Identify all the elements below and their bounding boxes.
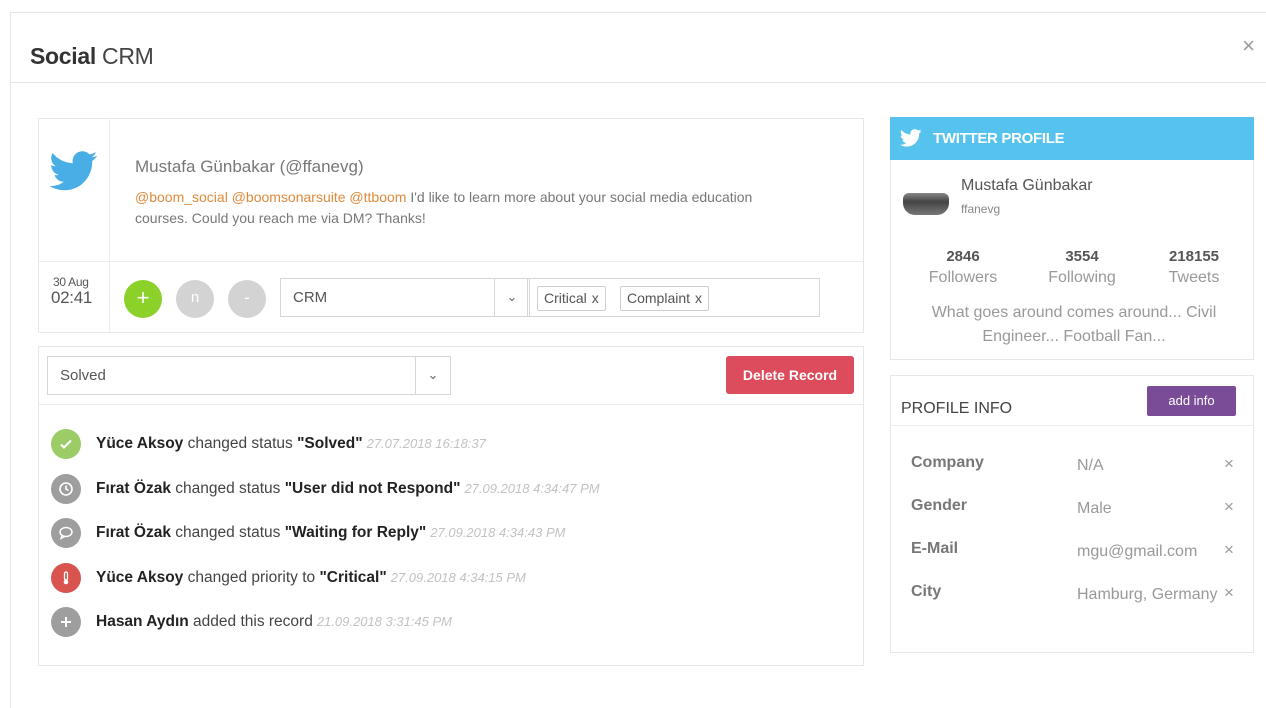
stat-tweets: 218155 Tweets <box>1144 248 1244 287</box>
modal-title-bold: Social <box>30 43 96 69</box>
history-date: 27.07.2018 16:18:37 <box>366 436 486 451</box>
tag-remove-icon[interactable]: x <box>592 290 599 306</box>
remove-icon[interactable]: × <box>1224 497 1234 517</box>
history-date: 27.09.2018 4:34:15 PM <box>390 569 526 585</box>
stat-number: 218155 <box>1168 248 1220 265</box>
history-user: Fırat Özak <box>96 479 171 497</box>
history-text: Yüce Aksoy changed status "Solved" 27.07.… <box>96 435 486 453</box>
remove-icon[interactable]: × <box>1224 540 1234 560</box>
tweet-actions-bar: 30 Aug 02:41 + n - CRM ⌄ Critical x Compl… <box>39 261 863 333</box>
tag-remove-icon[interactable]: x <box>695 290 702 306</box>
tag-chip: Complaint x <box>620 286 710 311</box>
category-select-value: CRM <box>293 289 328 306</box>
history-action: changed status <box>170 479 285 497</box>
tag-label: Complaint <box>627 290 691 306</box>
tweet-text: @boom_social @boomsonarsuite @ttboom I'd… <box>135 187 805 229</box>
social-crm-modal: Social CRM × Mustafa Günbakar (@ffanevg)… <box>10 12 1266 708</box>
history-value: "Waiting for Reply" <box>284 524 427 541</box>
plus-icon <box>51 607 81 637</box>
profile-info-card: PROFILE INFO add info Company N/A × Gender M… <box>890 375 1254 653</box>
priority-minus-button[interactable]: - <box>228 280 266 318</box>
tweet-card: Mustafa Günbakar (@ffanevg) @boom_social… <box>38 118 864 333</box>
status-select[interactable]: Solved ⌄ <box>47 356 451 395</box>
info-key: Company <box>911 454 984 471</box>
tweet-mentions[interactable]: @boom_social @boomsonarsuite @ttboom <box>135 189 406 205</box>
twitter-profile-title: TWITTER PROFILE <box>933 130 1065 147</box>
history-user: Hasan Aydın <box>96 613 189 630</box>
chevron-down-icon[interactable]: ⌄ <box>494 279 529 316</box>
tweet-source-column <box>39 119 110 261</box>
chat-icon <box>51 518 81 548</box>
stat-label: Following <box>1048 269 1116 286</box>
history-date: 21.09.2018 3:31:45 PM <box>316 614 452 629</box>
divider <box>891 425 1253 426</box>
info-value: Hamburg, Germany <box>1077 586 1218 603</box>
stat-label: Followers <box>928 269 998 286</box>
tweet-date-day: 30 Aug <box>53 275 89 289</box>
clock-icon <box>51 473 81 504</box>
category-select[interactable]: CRM ⌄ <box>280 278 530 317</box>
history-action: changed status <box>170 524 285 541</box>
modal-title-rest: CRM <box>95 43 154 69</box>
history-value: "Solved" <box>297 435 363 452</box>
twitter-profile-card: TWITTER PROFILE Mustafa Günbakar ffanevg… <box>890 117 1254 360</box>
stat-followers: 2846 Followers <box>913 248 1013 287</box>
twitter-bird-icon <box>900 129 922 147</box>
history-value: "Critical" <box>319 568 387 586</box>
tag-chip: Critical x <box>537 286 606 311</box>
add-info-button[interactable]: add info <box>1147 386 1236 416</box>
avatar <box>903 193 949 215</box>
history-text: Fırat Özak changed status "Waiting for R… <box>96 524 565 542</box>
history-text: Yüce Aksoy changed priority to "Critical… <box>96 569 526 587</box>
info-key: E-Mail <box>911 540 959 557</box>
modal-title: Social CRM <box>30 43 154 70</box>
info-value: N/A <box>1077 457 1104 474</box>
divider <box>39 404 863 405</box>
history-action: added this record <box>188 613 313 630</box>
tweet-date: 30 Aug 02:41 <box>39 262 110 333</box>
priority-normal-button[interactable]: n <box>176 280 214 318</box>
tweet-author: Mustafa Günbakar (@ffanevg) <box>135 157 364 176</box>
profile-handle: ffanevg <box>961 202 1001 216</box>
profile-name: Mustafa Günbakar <box>961 177 1093 194</box>
remove-icon[interactable]: × <box>1224 583 1234 603</box>
twitter-profile-header: TWITTER PROFILE <box>890 117 1254 160</box>
stat-following: 3554 Following <box>1032 248 1132 287</box>
info-key: Gender <box>911 497 968 514</box>
close-icon[interactable]: × <box>1242 35 1255 57</box>
twitter-bird-icon <box>50 151 98 191</box>
modal-header: Social CRM × <box>11 13 1266 83</box>
delete-record-button[interactable]: Delete Record <box>726 356 854 394</box>
status-select-value: Solved <box>60 367 106 384</box>
tags-input[interactable]: Critical x Complaint x <box>527 278 820 317</box>
history-card: Solved ⌄ Delete Record Yüce Aksoy change… <box>38 346 864 666</box>
history-user: Yüce Aksoy <box>96 435 184 452</box>
history-text: Fırat Özak changed status "User did not … <box>96 480 600 498</box>
info-value: mgu@gmail.com <box>1077 543 1198 560</box>
history-value: "User did not Respond" <box>284 479 461 497</box>
history-user: Yüce Aksoy <box>96 568 184 586</box>
tag-label: Critical <box>544 290 587 306</box>
remove-icon[interactable]: × <box>1224 454 1234 474</box>
tweet-date-time: 02:41 <box>51 288 93 307</box>
history-action: changed status <box>183 435 298 452</box>
thermometer-icon <box>51 562 81 593</box>
history-date: 27.09.2018 4:34:47 PM <box>464 480 600 496</box>
stat-number: 3554 <box>1065 248 1099 265</box>
profile-bio: What goes around comes around... Civil E… <box>931 304 1217 345</box>
profile-info-title: PROFILE INFO <box>901 400 1013 417</box>
history-text: Hasan Aydın added this record 21.09.2018 … <box>96 613 452 631</box>
history-user: Fırat Özak <box>96 524 171 541</box>
stat-number: 2846 <box>946 248 980 265</box>
history-date: 27.09.2018 4:34:43 PM <box>430 525 566 540</box>
stat-label: Tweets <box>1168 269 1220 286</box>
info-key: City <box>911 583 942 600</box>
check-icon <box>51 429 81 459</box>
chevron-down-icon[interactable]: ⌄ <box>415 357 450 394</box>
info-value: Male <box>1077 500 1112 517</box>
history-action: changed priority to <box>183 568 320 586</box>
priority-add-button[interactable]: + <box>124 280 162 318</box>
